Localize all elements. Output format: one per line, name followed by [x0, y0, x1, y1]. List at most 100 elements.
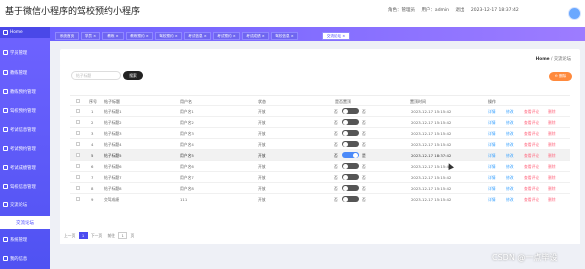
sidebar-item-system[interactable]: 系统管理: [0, 234, 50, 245]
row-checkbox[interactable]: [76, 120, 80, 124]
row-edit-button[interactable]: 修改: [506, 186, 514, 192]
tab-students[interactable]: 学员 ×: [81, 32, 100, 40]
row-checkbox[interactable]: [76, 142, 80, 146]
tab-school-info[interactable]: 驾校信息 ×: [271, 32, 298, 40]
row-status: 开放: [258, 186, 266, 191]
sidebar-item-students[interactable]: 学员管理: [0, 47, 50, 58]
logout-link[interactable]: 退出: [455, 8, 464, 13]
top-toggle[interactable]: [342, 196, 359, 202]
row-detail-button[interactable]: 详情: [488, 164, 496, 170]
sidebar-item-coach-booking[interactable]: 教练预约管理: [0, 86, 50, 97]
sidebar-item-exam-booking[interactable]: 考试预约管理: [0, 143, 50, 154]
pager-prev[interactable]: 上一页: [64, 233, 75, 238]
row-delete-button[interactable]: 删除: [548, 109, 556, 115]
top-toggle[interactable]: [342, 119, 359, 125]
toggle-knob: [343, 119, 348, 125]
main-panel: 帖子标题 搜索 ⊖ 删除 序号 帖子标题 用户名 状态 是否置顶 置顶时间 操作…: [60, 66, 580, 244]
top-toggle[interactable]: [342, 185, 359, 191]
top-toggle[interactable]: [342, 174, 359, 180]
row-checkbox[interactable]: [76, 186, 80, 190]
row-comments-button[interactable]: 查看评论: [524, 131, 539, 137]
row-detail-button[interactable]: 详情: [488, 175, 496, 181]
row-comments-button[interactable]: 查看评论: [524, 175, 539, 181]
row-top-prefix: 否: [334, 131, 338, 136]
row-delete-button[interactable]: 删除: [548, 186, 556, 192]
tab-coach-booking[interactable]: 教练预约 ×: [126, 32, 153, 40]
row-edit-button[interactable]: 修改: [506, 109, 514, 115]
row-detail-button[interactable]: 详情: [488, 197, 496, 203]
sidebar-subitem-forum[interactable]: 交流论坛: [0, 216, 50, 229]
row-checkbox[interactable]: [76, 164, 80, 168]
row-checkbox[interactable]: [76, 131, 80, 135]
top-toggle[interactable]: [342, 130, 359, 136]
tab-exam-scores[interactable]: 考试成绩 ×: [242, 32, 269, 40]
sidebar-item-label: 学员管理: [10, 50, 28, 56]
search-button[interactable]: 搜索: [123, 71, 143, 80]
tab-school-booking[interactable]: 驾校预约 ×: [155, 32, 182, 40]
row-checkbox[interactable]: [76, 153, 80, 157]
row-title: 帖子标题3: [104, 131, 122, 136]
row-checkbox[interactable]: [76, 109, 80, 113]
grid-icon: [3, 127, 8, 132]
row-edit-button[interactable]: 修改: [506, 164, 514, 170]
row-delete-button[interactable]: 删除: [548, 131, 556, 137]
row-edit-button[interactable]: 修改: [506, 175, 514, 181]
row-detail-button[interactable]: 详情: [488, 131, 496, 137]
sidebar-item-school-booking[interactable]: 驾校预约管理: [0, 105, 50, 116]
row-comments-button[interactable]: 查看评论: [524, 109, 539, 115]
tab-home[interactable]: 系统首页: [55, 32, 79, 40]
toggle-knob: [343, 196, 348, 202]
row-edit-button[interactable]: 修改: [506, 120, 514, 126]
top-toggle[interactable]: [342, 152, 359, 158]
sidebar-item-home[interactable]: Home: [0, 27, 50, 38]
row-edit-button[interactable]: 修改: [506, 131, 514, 137]
sidebar-item-exam-scores[interactable]: 考试成绩管理: [0, 162, 50, 173]
search-input[interactable]: 帖子标题: [71, 71, 121, 80]
top-toggle[interactable]: [342, 163, 359, 169]
row-comments-button[interactable]: 查看评论: [524, 142, 539, 148]
pager-next[interactable]: 下一页: [91, 233, 102, 238]
sidebar-item-school-info[interactable]: 驾校信息管理: [0, 181, 50, 192]
avatar[interactable]: [568, 7, 581, 20]
top-toggle[interactable]: [342, 108, 359, 114]
row-comments-button[interactable]: 查看评论: [524, 120, 539, 126]
row-edit-button[interactable]: 修改: [506, 142, 514, 148]
row-delete-button[interactable]: 删除: [548, 120, 556, 126]
row-delete-button[interactable]: 删除: [548, 164, 556, 170]
pager-page-input[interactable]: 1: [118, 232, 128, 239]
pager-page[interactable]: 1: [78, 232, 88, 239]
row-status: 开放: [258, 175, 266, 180]
table-row: 5 帖子标题5 用户名5 开放 否 是 2023-12-17 18:37:42 详情 修改 查看评…: [70, 149, 570, 160]
select-all-checkbox[interactable]: [76, 99, 80, 103]
tab-coaches[interactable]: 教练 ×: [102, 32, 124, 40]
tab-exam-booking[interactable]: 考试预约 ×: [213, 32, 240, 40]
row-detail-button[interactable]: 详情: [488, 120, 496, 126]
row-time: 2023-12-17 15:15:42: [411, 131, 452, 136]
row-edit-button[interactable]: 修改: [506, 197, 514, 203]
row-comments-button[interactable]: 查看评论: [524, 186, 539, 192]
row-delete-button[interactable]: 删除: [548, 142, 556, 148]
row-detail-button[interactable]: 详情: [488, 142, 496, 148]
row-detail-button[interactable]: 详情: [488, 109, 496, 115]
row-checkbox[interactable]: [76, 175, 80, 179]
top-toggle[interactable]: [342, 141, 359, 147]
breadcrumb-home[interactable]: Home: [536, 57, 550, 62]
row-detail-button[interactable]: 详情: [488, 186, 496, 192]
table-row: 3 帖子标题3 用户名3 开放 否 否 2023-12-17 15:15:42 详情 修改 查看评…: [70, 127, 570, 138]
row-delete-button[interactable]: 删除: [548, 175, 556, 181]
tab-exam-info[interactable]: 考试信息 ×: [184, 32, 211, 40]
row-delete-button[interactable]: 删除: [548, 153, 556, 159]
row-detail-button[interactable]: 详情: [488, 153, 496, 159]
row-edit-button[interactable]: 修改: [506, 153, 514, 159]
row-checkbox[interactable]: [76, 197, 80, 201]
row-delete-button[interactable]: 删除: [548, 197, 556, 203]
sidebar-item-forum[interactable]: 交流论坛: [0, 199, 50, 210]
delete-button[interactable]: ⊖ 删除: [549, 72, 572, 81]
tab-forum[interactable]: 交流论坛 ×: [322, 32, 350, 40]
sidebar-item-exam-info[interactable]: 考试信息管理: [0, 124, 50, 135]
row-comments-button[interactable]: 查看评论: [524, 153, 539, 159]
row-comments-button[interactable]: 查看评论: [524, 164, 539, 170]
sidebar-item-coaches[interactable]: 教练管理: [0, 67, 50, 78]
row-comments-button[interactable]: 查看评论: [524, 197, 539, 203]
sidebar-item-my-info[interactable]: 我的信息: [0, 253, 50, 264]
